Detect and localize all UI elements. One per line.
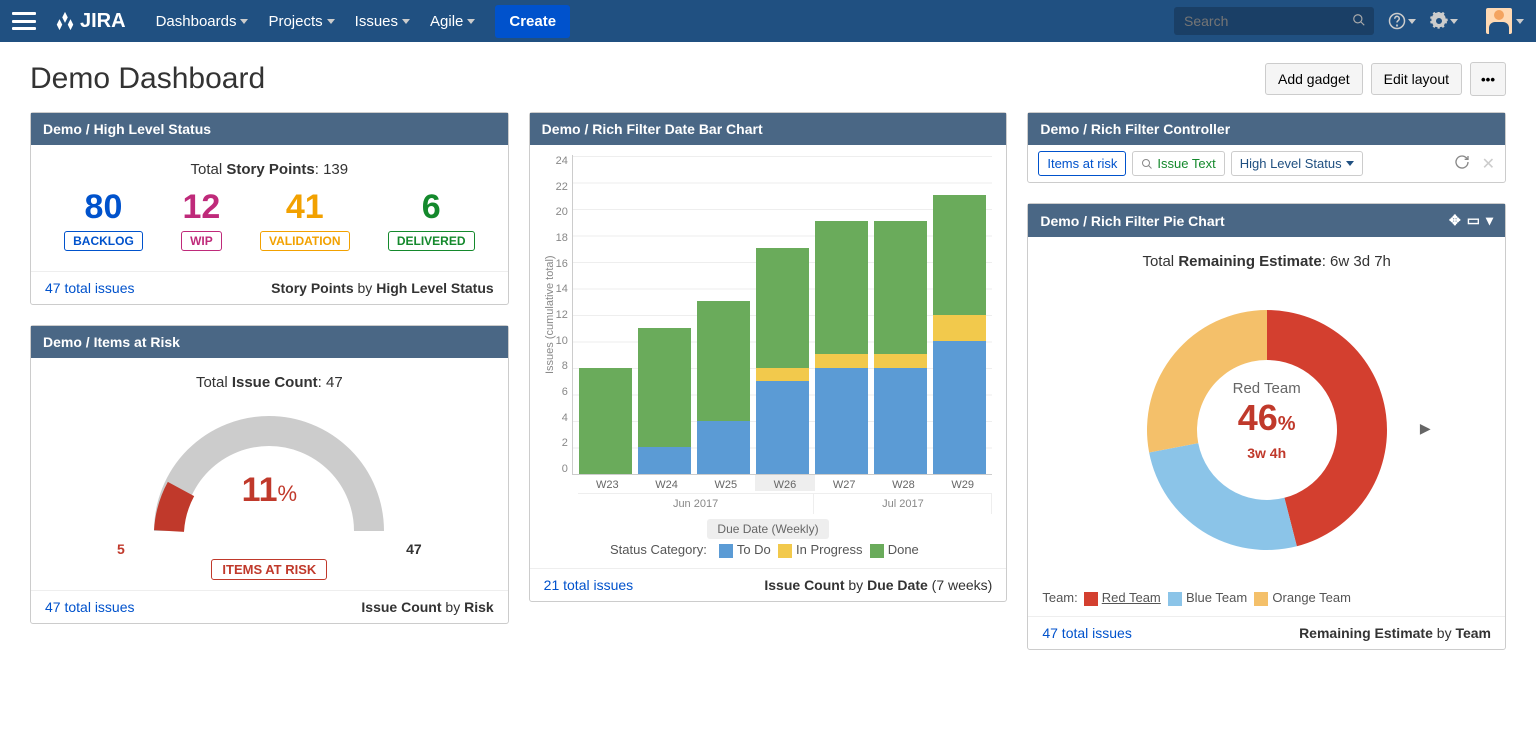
bar-W27[interactable] <box>815 155 868 474</box>
stat-wip[interactable]: 12WIP <box>181 188 222 251</box>
close-icon[interactable]: ✕ <box>1482 154 1495 174</box>
stat-delivered[interactable]: 6DELIVERED <box>388 188 475 251</box>
top-nav: JIRA Dashboards Projects Issues Agile Cr… <box>0 0 1536 42</box>
minimize-icon[interactable]: ▭ <box>1467 212 1480 229</box>
gadget-high-level-status: Demo / High Level Status Total Story Poi… <box>30 112 509 305</box>
items-at-risk-badge: ITEMS AT RISK <box>211 559 327 580</box>
total-issues-link[interactable]: 47 total issues <box>45 599 135 615</box>
user-avatar[interactable] <box>1472 8 1524 34</box>
total-issues-link[interactable]: 47 total issues <box>45 280 135 296</box>
footer-metric: Remaining Estimate by Team <box>1299 625 1491 641</box>
chevron-right-icon[interactable]: ▶ <box>1420 420 1431 437</box>
chip-high-level-status[interactable]: High Level Status <box>1231 151 1363 176</box>
pie-legend: Team: Red Team Blue Team Orange Team <box>1042 590 1491 606</box>
page-title: Demo Dashboard <box>30 62 265 96</box>
bar-W29[interactable] <box>933 155 986 474</box>
chip-issue-text[interactable]: Issue Text <box>1132 151 1224 176</box>
menu-icon[interactable] <box>12 12 36 30</box>
total-story-points: Total Story Points: 139 <box>45 161 494 178</box>
more-actions-button[interactable]: ••• <box>1470 62 1506 96</box>
refresh-icon[interactable] <box>1454 154 1470 173</box>
nav-dashboards[interactable]: Dashboards <box>146 13 259 30</box>
total-issue-count: Total Issue Count: 47 <box>45 374 494 391</box>
help-icon[interactable] <box>1388 12 1416 30</box>
search-icon[interactable] <box>1352 13 1366 30</box>
nav-projects[interactable]: Projects <box>258 13 344 30</box>
stat-backlog[interactable]: 80BACKLOG <box>64 188 143 251</box>
gadget-title: Demo / High Level Status <box>43 121 211 137</box>
jira-logo[interactable]: JIRA <box>54 10 126 33</box>
bar-W24[interactable] <box>638 155 691 474</box>
total-issues-link[interactable]: 47 total issues <box>1042 625 1132 641</box>
stat-validation[interactable]: 41VALIDATION <box>260 188 350 251</box>
chart-legend: Status Category: To Do In Progress Done <box>544 542 993 558</box>
gadget-date-bar-chart: Demo / Rich Filter Date Bar Chart Issues… <box>529 112 1008 602</box>
y-axis-label: Issues (cumulative total) <box>544 155 556 475</box>
nav-issues[interactable]: Issues <box>345 13 420 30</box>
bar-chart: Issues (cumulative total) 24222018161412… <box>544 155 993 475</box>
chip-items-at-risk[interactable]: Items at risk <box>1038 151 1126 176</box>
nav-agile[interactable]: Agile <box>420 13 485 30</box>
footer-metric: Issue Count by Due Date (7 weeks) <box>764 577 992 593</box>
move-icon[interactable]: ✥ <box>1449 212 1461 229</box>
bar-W23[interactable] <box>579 155 632 474</box>
gadget-title: Demo / Items at Risk <box>43 334 180 350</box>
footer-metric: Story Points by High Level Status <box>271 280 494 296</box>
risk-gauge: 11% 5 47 ITEMS AT RISK <box>45 401 494 580</box>
total-remaining-estimate: Total Remaining Estimate: 6w 3d 7h <box>1042 253 1491 270</box>
gauge-min: 5 <box>117 541 125 557</box>
gadget-title: Demo / Rich Filter Date Bar Chart <box>542 121 763 137</box>
x-axis-label: Due Date (Weekly) <box>707 519 828 539</box>
pie-chart: Red Team 46% 3w 4h ▶ <box>1117 280 1417 580</box>
footer-metric: Issue Count by Risk <box>361 599 493 615</box>
bar-W25[interactable] <box>697 155 750 474</box>
collapse-icon[interactable]: ▾ <box>1486 212 1493 229</box>
total-issues-link[interactable]: 21 total issues <box>544 577 634 593</box>
edit-layout-button[interactable]: Edit layout <box>1371 63 1462 95</box>
gadget-title: Demo / Rich Filter Controller <box>1040 121 1230 137</box>
create-button[interactable]: Create <box>495 5 570 38</box>
search-input[interactable] <box>1174 7 1374 35</box>
add-gadget-button[interactable]: Add gadget <box>1265 63 1363 95</box>
gadget-title: Demo / Rich Filter Pie Chart <box>1040 213 1224 229</box>
gear-icon[interactable] <box>1430 12 1458 30</box>
bar-W28[interactable] <box>874 155 927 474</box>
gadget-items-at-risk: Demo / Items at Risk Total Issue Count: … <box>30 325 509 624</box>
gadget-filter-controller: Demo / Rich Filter Controller Items at r… <box>1027 112 1506 183</box>
gadget-pie-chart: Demo / Rich Filter Pie Chart ✥ ▭ ▾ Total… <box>1027 203 1506 650</box>
gauge-max: 47 <box>406 541 422 557</box>
bar-W26[interactable] <box>756 155 809 474</box>
